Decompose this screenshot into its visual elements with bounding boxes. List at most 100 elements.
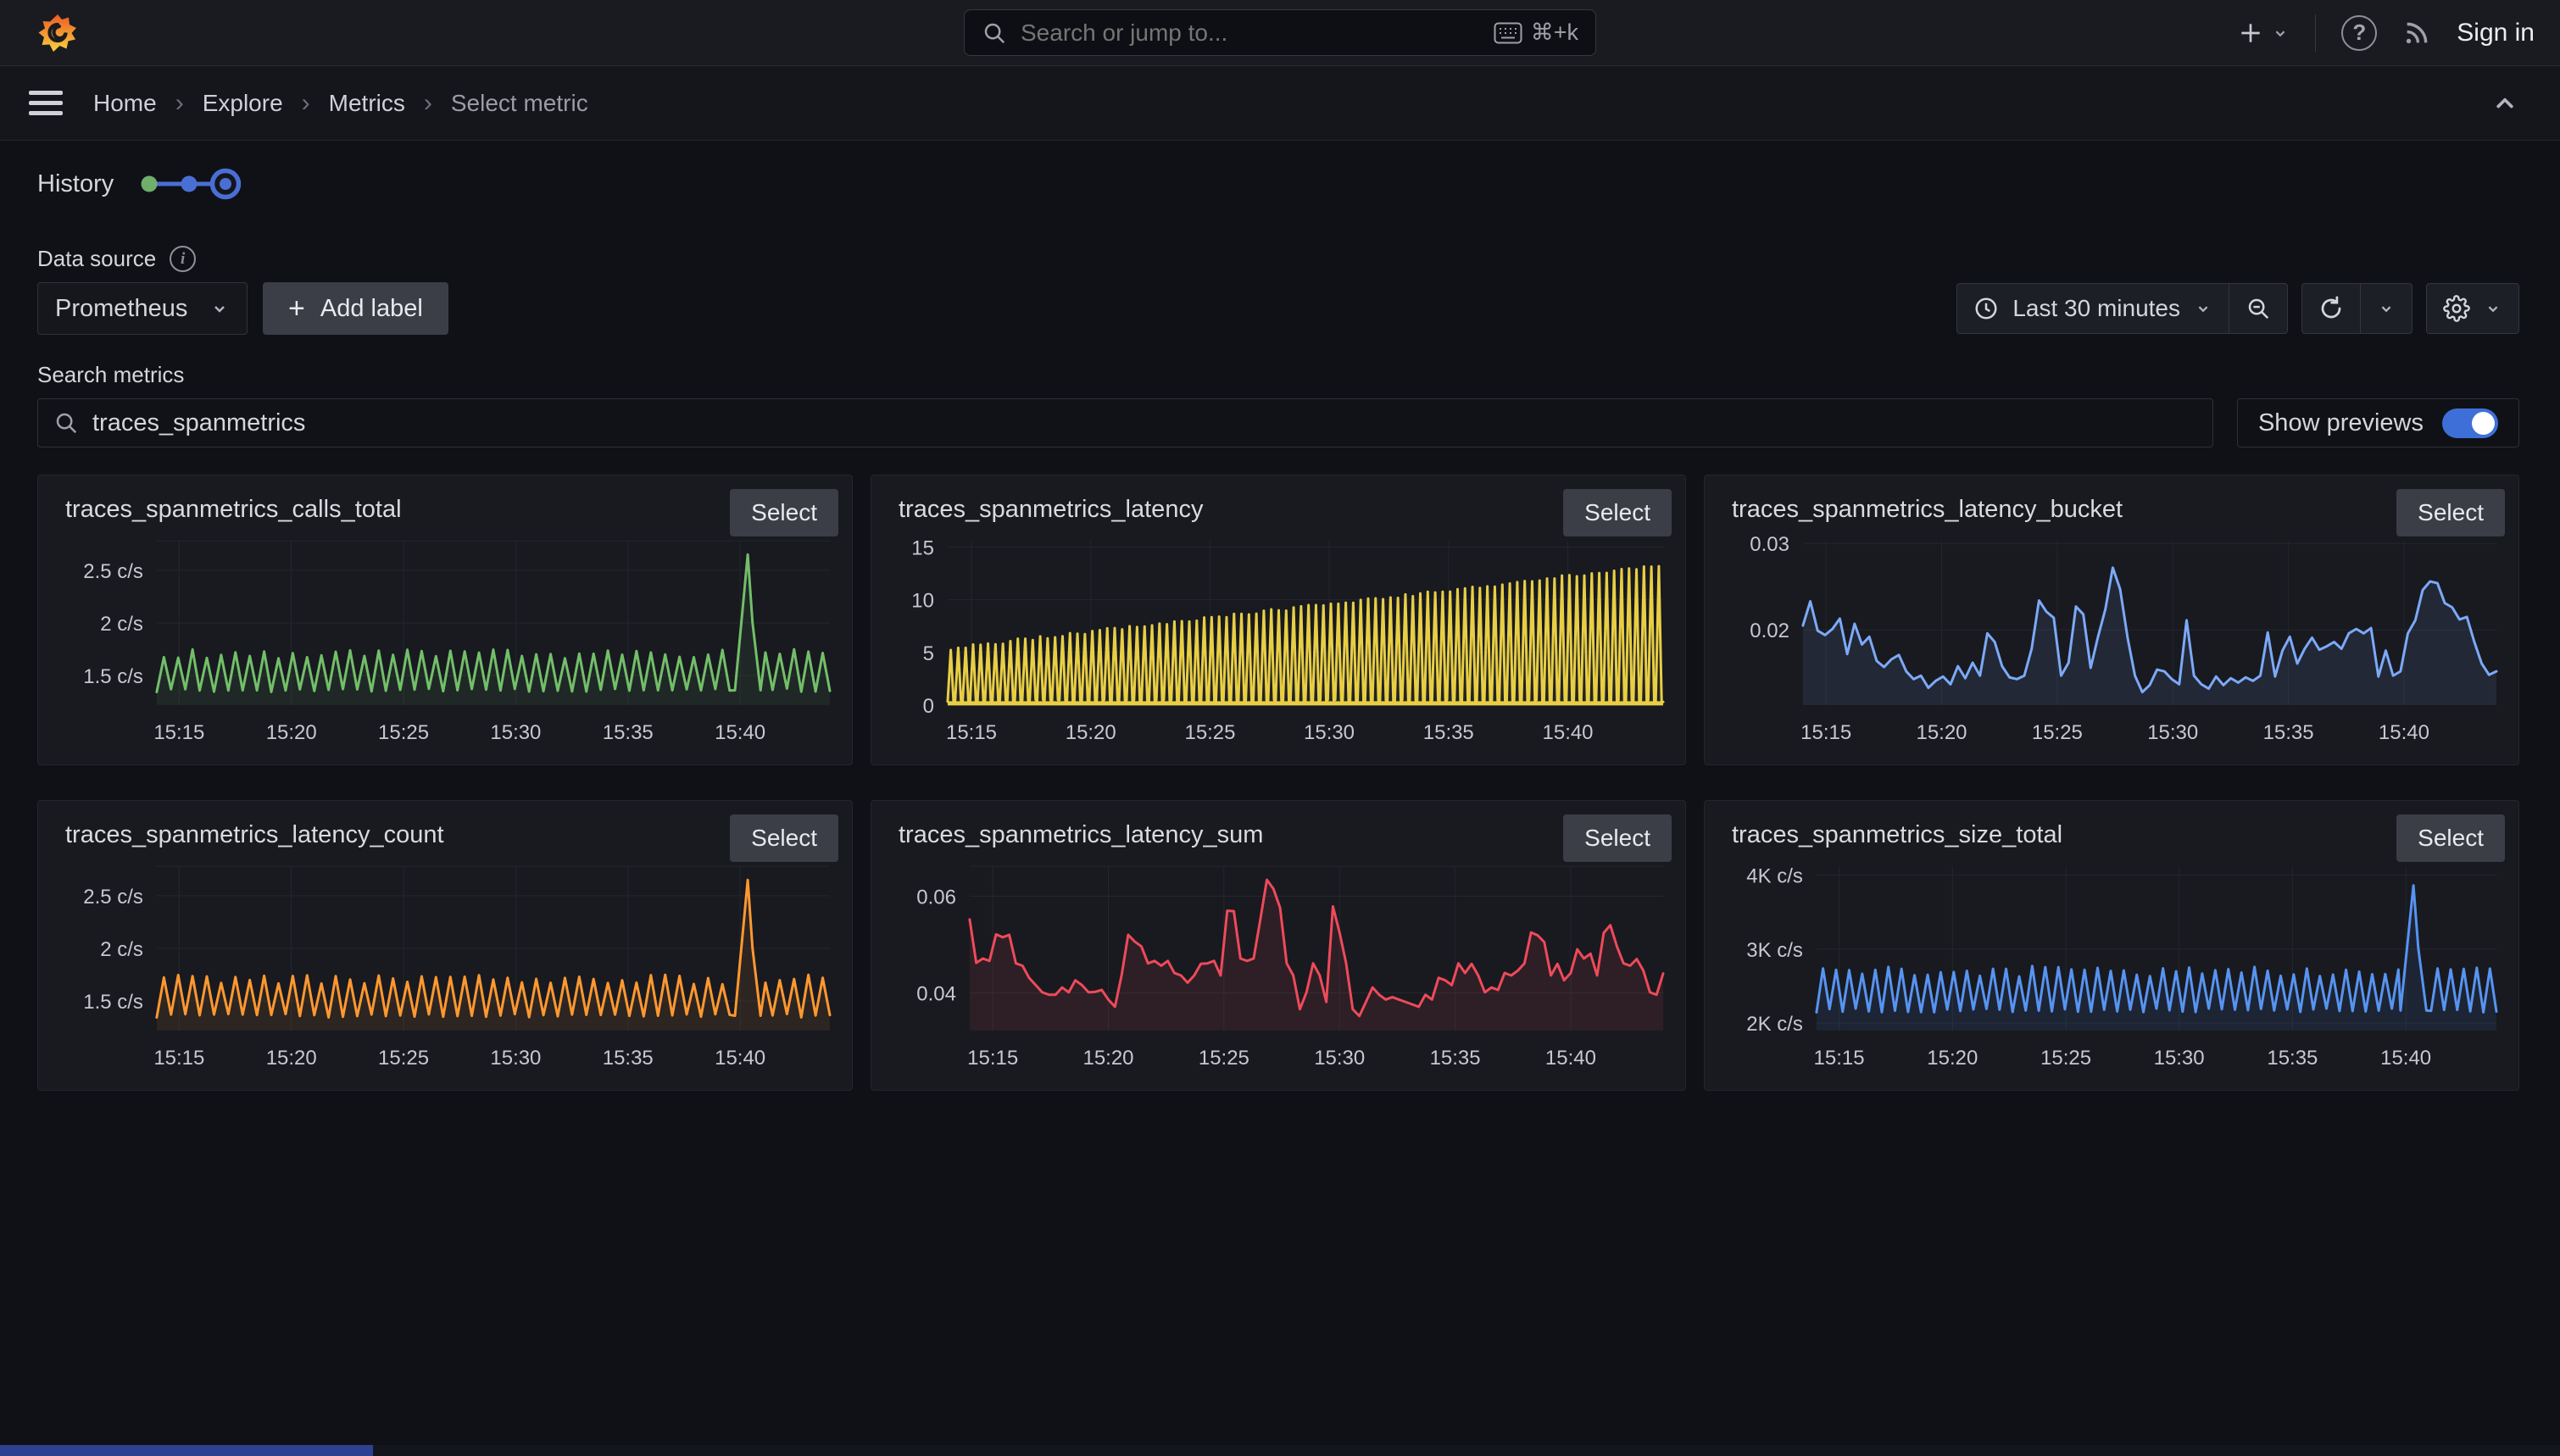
svg-text:4K c/s: 4K c/s	[1746, 865, 1803, 888]
breadcrumb-home[interactable]: Home	[93, 90, 157, 117]
svg-text:0.03: 0.03	[1750, 534, 1789, 556]
metric-preview-chart: 0.020.0315:1515:2015:2515:3015:3515:40	[1722, 534, 2502, 746]
svg-text:0.06: 0.06	[916, 886, 956, 909]
metric-card-title: traces_spanmetrics_latency	[888, 496, 1668, 524]
svg-text:15:35: 15:35	[1423, 721, 1474, 744]
metric-card-title: traces_spanmetrics_latency_count	[55, 821, 835, 849]
svg-text:15:35: 15:35	[1430, 1047, 1481, 1070]
global-search-box[interactable]: ⌘+k	[964, 9, 1596, 56]
svg-text:15:35: 15:35	[2267, 1047, 2318, 1070]
gear-icon	[2443, 295, 2470, 322]
chevron-down-icon	[2484, 299, 2502, 318]
svg-text:15:30: 15:30	[1304, 721, 1355, 744]
metrics-search-box[interactable]	[37, 398, 2213, 447]
show-previews-control: Show previews	[2237, 398, 2519, 447]
metric-card-title: traces_spanmetrics_latency_bucket	[1722, 496, 2502, 524]
global-search-input[interactable]	[1021, 19, 1480, 47]
svg-text:15:15: 15:15	[153, 721, 204, 744]
svg-text:1.5 c/s: 1.5 c/s	[83, 991, 143, 1014]
svg-text:15:25: 15:25	[1199, 1047, 1249, 1070]
sign-in-button[interactable]: Sign in	[2457, 19, 2535, 47]
keyboard-shortcut-hint: ⌘+k	[1494, 19, 1578, 46]
new-menu-button[interactable]	[2237, 19, 2290, 47]
breadcrumb-select-metric: Select metric	[451, 90, 588, 117]
svg-text:0.02: 0.02	[1750, 620, 1789, 642]
plus-icon: +	[288, 292, 305, 325]
svg-text:3K c/s: 3K c/s	[1746, 939, 1803, 962]
info-icon[interactable]: i	[170, 246, 196, 272]
metric-card-title: traces_spanmetrics_calls_total	[55, 496, 835, 524]
help-icon[interactable]: ?	[2341, 15, 2377, 51]
settings-button[interactable]	[2426, 283, 2519, 334]
svg-text:15:40: 15:40	[1543, 721, 1594, 744]
chevron-down-icon	[2377, 299, 2396, 318]
search-icon	[982, 20, 1007, 46]
svg-text:15:25: 15:25	[2040, 1047, 2091, 1070]
menu-toggle-icon[interactable]	[29, 85, 63, 122]
show-previews-toggle[interactable]	[2442, 408, 2498, 438]
select-metric-button[interactable]: Select	[730, 814, 838, 862]
metric-preview-chart: 1.5 c/s2 c/s2.5 c/s15:1515:2015:2515:301…	[55, 859, 835, 1071]
select-metric-button[interactable]: Select	[1563, 489, 1672, 536]
history-step-dot	[181, 176, 198, 192]
datasource-picker[interactable]: Prometheus	[37, 282, 248, 335]
search-metrics-label: Search metrics	[37, 362, 184, 387]
svg-text:15:30: 15:30	[1314, 1047, 1365, 1070]
explore-metrics-page: History Data source i Prometheus + Add l…	[0, 164, 2560, 1091]
svg-text:10: 10	[911, 590, 934, 613]
refresh-button[interactable]	[2301, 283, 2361, 334]
svg-text:15:20: 15:20	[1917, 721, 1967, 744]
svg-text:15:40: 15:40	[715, 721, 765, 744]
select-metric-button[interactable]: Select	[1563, 814, 1672, 862]
metric-cards-grid: traces_spanmetrics_calls_total Select 1.…	[37, 475, 2519, 1091]
breadcrumb-separator: ›	[424, 89, 432, 118]
history-label: History	[37, 170, 114, 198]
svg-text:1.5 c/s: 1.5 c/s	[83, 665, 143, 688]
metric-preview-chart: 0.040.0615:1515:2015:2515:3015:3515:40	[888, 859, 1668, 1071]
svg-text:0: 0	[923, 695, 934, 718]
top-nav-bar: ⌘+k ? Sign in	[0, 0, 2560, 66]
select-metric-button[interactable]: Select	[2396, 814, 2505, 862]
svg-text:2 c/s: 2 c/s	[100, 938, 143, 961]
svg-text:15:20: 15:20	[266, 1047, 317, 1070]
svg-text:2.5 c/s: 2.5 c/s	[83, 560, 143, 583]
metric-card: traces_spanmetrics_size_total Select 2K …	[1704, 800, 2519, 1091]
grafana-logo-icon[interactable]	[37, 13, 78, 53]
breadcrumb-bar: Home › Explore › Metrics › Select metric	[0, 66, 2560, 141]
history-steps-widget[interactable]	[136, 166, 242, 202]
svg-text:2 c/s: 2 c/s	[100, 613, 143, 636]
collapse-panel-button[interactable]	[2490, 89, 2519, 118]
breadcrumb-separator: ›	[302, 89, 310, 118]
svg-text:15:20: 15:20	[266, 721, 317, 744]
datasource-label: Data source	[37, 246, 156, 272]
metrics-search-input[interactable]	[92, 409, 2197, 437]
svg-text:15:30: 15:30	[2147, 721, 2198, 744]
svg-text:15:15: 15:15	[153, 1047, 204, 1070]
svg-text:15:20: 15:20	[1083, 1047, 1134, 1070]
metric-preview-chart: 05101515:1515:2015:2515:3015:3515:40	[888, 534, 1668, 746]
svg-text:5: 5	[923, 642, 934, 665]
select-metric-button[interactable]: Select	[2396, 489, 2505, 536]
add-label-button[interactable]: + Add label	[263, 282, 448, 335]
time-range-picker[interactable]: Last 30 minutes	[1956, 283, 2229, 334]
bottom-edge-bar	[0, 1445, 2560, 1456]
topbar-divider	[2315, 14, 2316, 52]
metric-card: traces_spanmetrics_latency Select 0 5 10 15…	[871, 475, 1686, 765]
plus-icon	[2237, 19, 2264, 47]
svg-text:15:35: 15:35	[603, 721, 654, 744]
metric-preview-chart: 1.5 c/s 2 c/s 2.5 c/s 15:15 15:20 15:25 15:30 1…	[55, 534, 835, 746]
svg-text:15:35: 15:35	[2263, 721, 2314, 744]
svg-text:15:25: 15:25	[2032, 721, 2083, 744]
svg-text:15:25: 15:25	[378, 721, 429, 744]
refresh-interval-dropdown[interactable]	[2360, 283, 2413, 334]
history-step-dot	[142, 176, 158, 192]
select-metric-button[interactable]: Select	[730, 489, 838, 536]
news-rss-icon[interactable]	[2402, 19, 2431, 47]
breadcrumb-metrics[interactable]: Metrics	[329, 90, 405, 117]
svg-text:15:30: 15:30	[490, 721, 541, 744]
breadcrumb-explore[interactable]: Explore	[203, 90, 283, 117]
metric-preview-chart: 2K c/s3K c/s4K c/s15:1515:2015:2515:3015…	[1722, 859, 2502, 1071]
svg-text:15:15: 15:15	[1814, 1047, 1865, 1070]
svg-text:15:30: 15:30	[2154, 1047, 2205, 1070]
zoom-out-button[interactable]	[2229, 283, 2288, 334]
